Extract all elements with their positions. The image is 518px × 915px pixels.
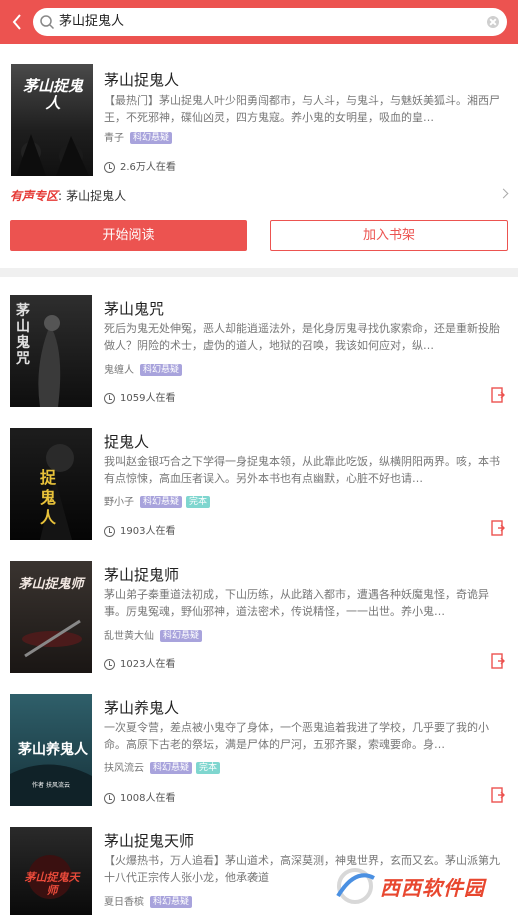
cover-title: 茅山捉鬼师 [18, 577, 84, 592]
add-to-shelf-icon[interactable] [491, 387, 505, 403]
genre-tag: 科幻悬疑 [140, 496, 183, 508]
book-cover[interactable]: 茅山捉鬼天师 [10, 827, 92, 915]
section-divider [0, 268, 518, 277]
genre-tag: 科幻悬疑 [150, 762, 193, 774]
author: 青子 [104, 133, 124, 144]
genre-tag: 科幻悬疑 [130, 132, 173, 144]
back-button[interactable] [6, 8, 30, 36]
reads-text: 1023人在看 [120, 659, 176, 670]
author: 乱世黄大仙 [104, 631, 154, 642]
add-to-shelf-icon[interactable] [491, 520, 505, 536]
finished-tag: 完本 [186, 496, 211, 508]
book-cover[interactable]: 茅山养鬼人 作者 扶风流云 [10, 694, 92, 806]
genre-tag: 科幻悬疑 [150, 896, 193, 908]
reads-text: 2.6万人在看 [120, 162, 176, 173]
featured-desc: 【最热门】茅山捉鬼人叶少阳勇闯都市，与人斗，与鬼斗，与魅妖美狐斗。湘西尸王，不死… [104, 94, 500, 124]
book-desc: 一次夏令营，差点被小鬼夺了身体，一个恶鬼追着我进了学校，几乎要了我的小命。高原下… [104, 721, 489, 751]
book-cover[interactable]: 茅山捉鬼师 [10, 561, 92, 673]
book-desc: 死后为鬼无处伸冤，恶人却能逍遥法外，是化身厉鬼寻找仇家索命，还是重新投胎做人？阴… [104, 322, 500, 352]
book-meta: 乱世黄大仙 科幻悬疑 [104, 627, 206, 642]
featured-cover[interactable]: 茅山捉鬼人 [11, 64, 93, 176]
watermark-text: 西西软件园 [380, 876, 485, 900]
audio-label: 有声专区 [10, 189, 59, 203]
reads-count: 1903人在看 [104, 522, 175, 537]
clock-icon [104, 792, 115, 804]
genre-tag: 科幻悬疑 [140, 364, 183, 376]
audio-zone[interactable]: 有声专区: 茅山捉鬼人 [10, 187, 126, 204]
genre-tag: 科幻悬疑 [160, 630, 203, 642]
book-title[interactable]: 茅山捉鬼师 [104, 564, 179, 585]
author: 野小子 [104, 497, 134, 508]
cover-title: 茅山捉鬼天师 [24, 871, 80, 897]
reads-count: 2.6万人在看 [104, 158, 176, 173]
finished-tag: 完本 [196, 762, 221, 774]
reads-count: 1059人在看 [104, 389, 175, 404]
search-input[interactable]: 茅山捉鬼人 [59, 13, 124, 31]
book-title[interactable]: 茅山鬼咒 [104, 298, 164, 319]
reads-text: 1903人在看 [120, 526, 176, 537]
clock-icon [104, 658, 115, 670]
author: 扶风流云 [104, 763, 144, 774]
book-meta: 扶风流云 科幻悬疑 完本 [104, 759, 224, 774]
add-to-shelf-icon[interactable] [491, 653, 505, 669]
reads-count: 1023人在看 [104, 655, 175, 670]
clear-icon[interactable] [487, 16, 499, 28]
book-desc: 茅山弟子秦重道法初成，下山历练，从此踏入都市，遭遇各种妖魔鬼怪，奇诡异事。厉鬼冤… [104, 588, 489, 618]
clock-icon [104, 161, 115, 173]
audio-title: 茅山捉鬼人 [66, 189, 127, 203]
reads-text: 1059人在看 [120, 393, 176, 404]
search-icon [40, 15, 55, 30]
book-title[interactable]: 捉鬼人 [104, 431, 149, 452]
book-title[interactable]: 茅山养鬼人 [104, 697, 179, 718]
add-to-shelf-button[interactable]: 加入书架 [270, 220, 508, 251]
book-title[interactable]: 茅山捉鬼天师 [104, 830, 194, 851]
cover-title: 茅山捉鬼人 [23, 77, 84, 112]
reads-text: 1008人在看 [120, 793, 176, 804]
reads-count: 1008人在看 [104, 789, 175, 804]
search-box[interactable]: 茅山捉鬼人 [33, 8, 507, 36]
book-meta: 野小子 科幻悬疑 完本 [104, 493, 214, 508]
clock-icon [104, 525, 115, 537]
top-bar: 茅山捉鬼人 [0, 0, 518, 44]
featured-title[interactable]: 茅山捉鬼人 [104, 69, 179, 90]
book-desc: 我叫赵金银巧合之下学得一身捉鬼本领，从此靠此吃饭，纵横阴阳两界。咳，本书有点惊悚… [104, 455, 500, 485]
audio-sep: : [58, 189, 63, 203]
watermark: 西西软件园 [326, 866, 502, 906]
author: 夏日香槟 [104, 897, 144, 908]
book-cover[interactable]: 茅山鬼咒 [10, 295, 92, 407]
cover-title: 捉鬼人 [40, 468, 57, 527]
book-meta: 鬼缠人 科幻悬疑 [104, 361, 186, 376]
clock-icon [104, 392, 115, 404]
cover-title: 茅山鬼咒 [16, 303, 30, 367]
book-cover[interactable]: 捉鬼人 [10, 428, 92, 540]
cover-title: 茅山养鬼人 [18, 742, 88, 758]
book-meta: 夏日香槟 科幻悬疑 [104, 893, 196, 908]
chevron-right-icon[interactable] [498, 188, 509, 199]
chevron-left-icon [12, 14, 21, 30]
start-reading-button[interactable]: 开始阅读 [10, 220, 247, 251]
featured-meta: 青子 科幻悬疑 [104, 129, 176, 144]
author: 鬼缠人 [104, 365, 134, 376]
add-to-shelf-icon[interactable] [491, 787, 505, 803]
logo-icon [336, 868, 375, 904]
cover-subtitle: 作者 扶风流云 [32, 782, 70, 789]
